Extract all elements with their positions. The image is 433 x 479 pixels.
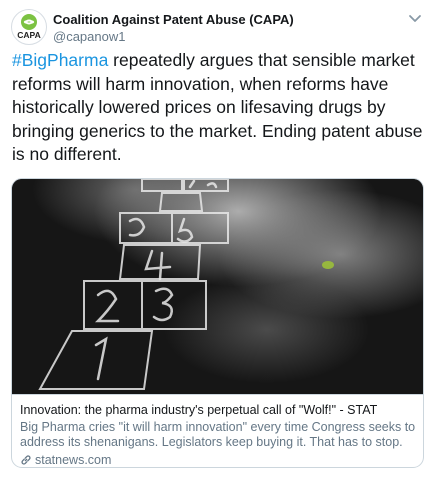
chevron-down-icon[interactable] [407,10,423,26]
capa-logo-icon[interactable]: CAPA [11,9,47,45]
tweet[interactable]: CAPA Coalition Against Patent Abuse (CAP… [0,0,433,479]
tweet-text: #BigPharma repeatedly argues that sensib… [12,49,424,167]
hopscotch-photo [12,179,423,394]
card-domain[interactable]: statnews.com [20,453,111,467]
account-handle[interactable]: @capanow1 [53,29,125,44]
avatar-text: CAPA [17,30,40,40]
card-image[interactable] [12,179,423,394]
hashtag-link[interactable]: #BigPharma [12,50,108,70]
card-domain-text[interactable]: statnews.com [35,453,111,467]
account-name[interactable]: Coalition Against Patent Abuse (CAPA) [53,12,294,27]
card-title[interactable]: Innovation: the pharma industry's perpet… [20,403,377,417]
card-description: Big Pharma cries "it will harm innovatio… [20,420,416,449]
link-card[interactable]: Innovation: the pharma industry's perpet… [11,178,424,468]
card-meta[interactable]: Innovation: the pharma industry's perpet… [12,394,423,467]
link-icon [20,454,32,467]
